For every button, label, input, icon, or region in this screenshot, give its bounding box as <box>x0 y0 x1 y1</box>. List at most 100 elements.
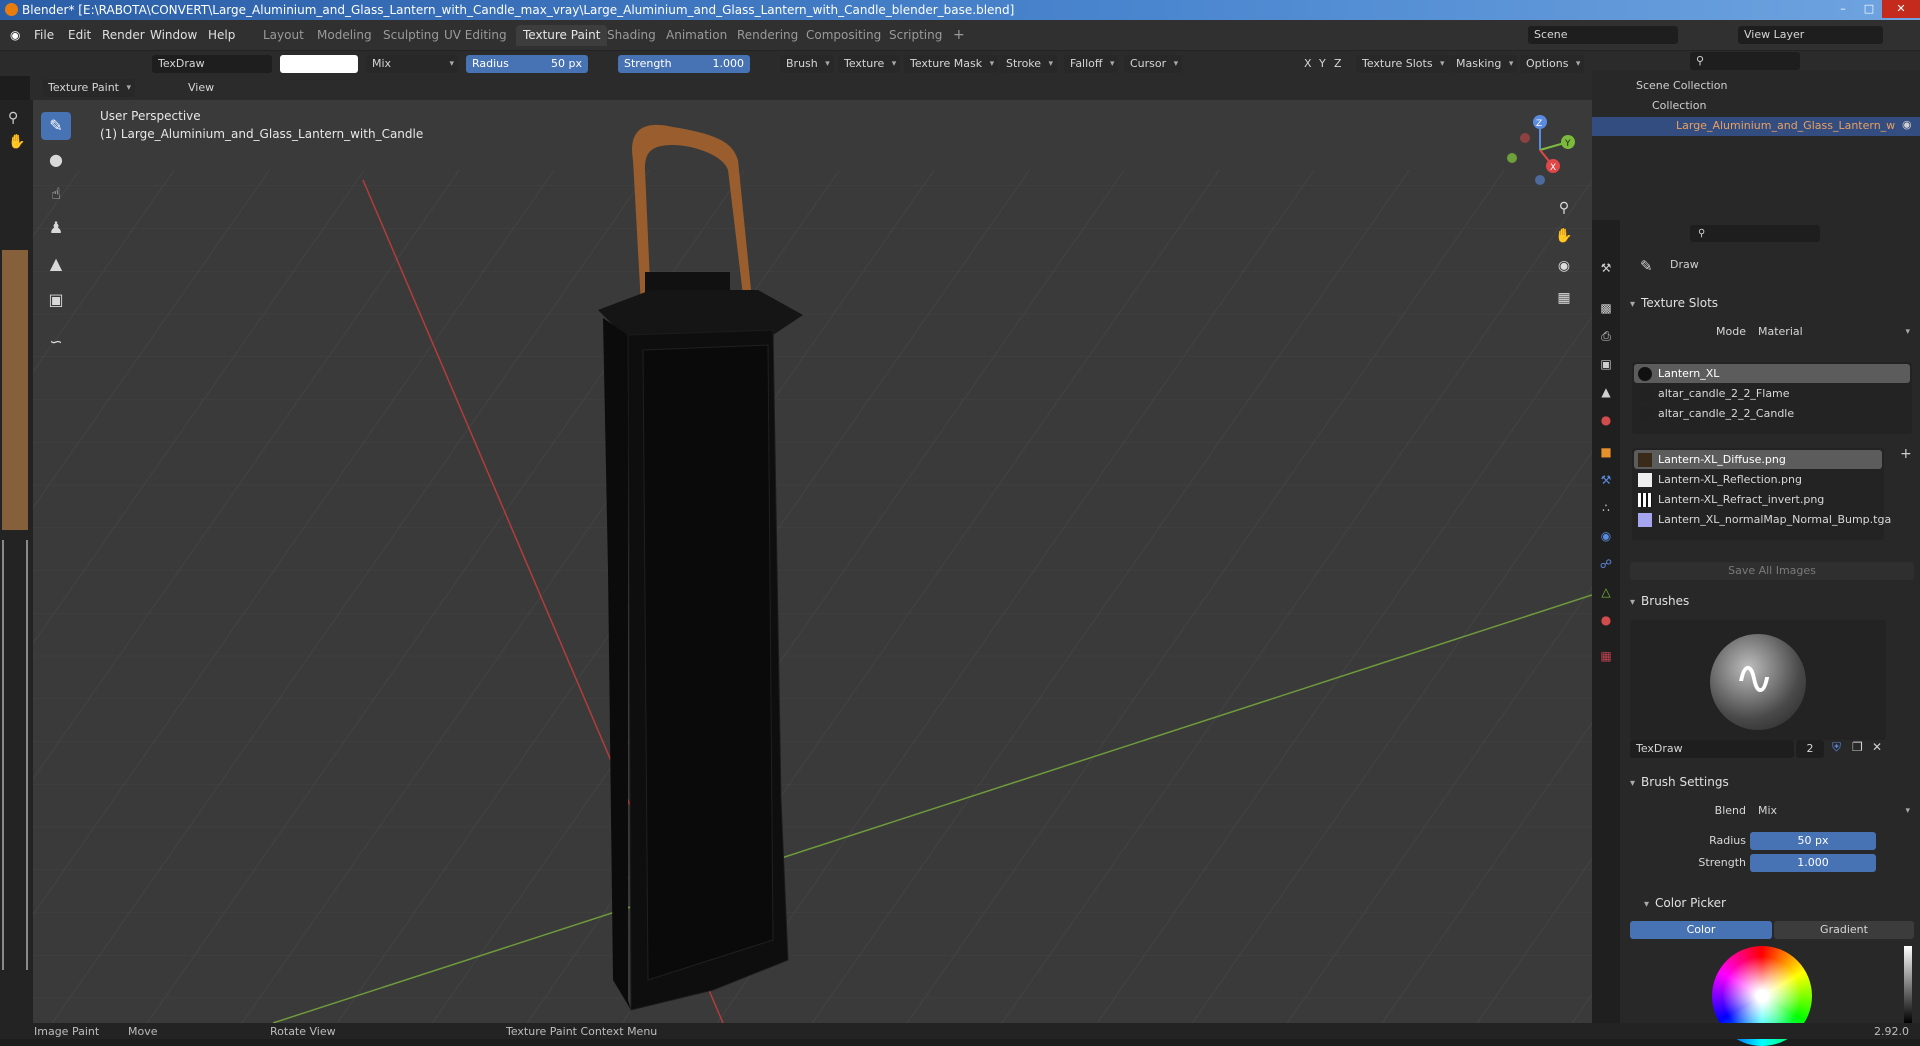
collection-label[interactable]: Collection <box>1652 99 1706 112</box>
brush-preview-area[interactable]: ∿ <box>1630 620 1886 740</box>
tab-rendering[interactable]: Rendering <box>730 25 805 46</box>
brush-menu[interactable]: Brush <box>780 55 834 73</box>
gradient-tab[interactable]: Gradient <box>1774 921 1914 939</box>
minimize-button[interactable]: – <box>1830 0 1856 18</box>
slot-mode-dropdown[interactable]: Material <box>1752 323 1914 341</box>
outliner-search-input[interactable]: ⚲ <box>1690 52 1800 70</box>
view-layer-tab-icon[interactable]: ▣ <box>1598 356 1614 372</box>
brush-users-count[interactable]: 2 <box>1796 740 1824 758</box>
hand-icon[interactable]: ✋ <box>8 134 25 150</box>
physics-tab-icon[interactable]: ◉ <box>1598 528 1614 544</box>
soften-tool-icon[interactable]: ● <box>41 146 71 174</box>
mode-label: Mode <box>1716 325 1746 338</box>
world-tab-icon[interactable]: ● <box>1598 412 1614 428</box>
zoom-view-icon[interactable]: ⚲ <box>1552 196 1576 220</box>
options-menu[interactable]: Options <box>1520 55 1585 73</box>
menu-edit[interactable]: Edit <box>68 28 91 42</box>
object-tab-icon[interactable]: ■ <box>1598 444 1614 460</box>
strength-slider[interactable]: Strength 1.000 <box>618 55 750 73</box>
3d-viewport[interactable] <box>33 100 1592 1023</box>
constraints-tab-icon[interactable]: ☍ <box>1598 556 1614 572</box>
close-button[interactable]: ✕ <box>1882 0 1920 18</box>
tab-shading[interactable]: Shading <box>600 25 663 46</box>
tab-texture-paint[interactable]: Texture Paint <box>516 25 608 46</box>
visibility-eye-icon[interactable]: ◉ <box>1902 118 1912 131</box>
tab-compositing[interactable]: Compositing <box>799 25 888 46</box>
render-tab-icon[interactable]: ▩ <box>1598 300 1614 316</box>
cursor-menu[interactable]: Cursor <box>1124 55 1183 73</box>
clone-tool-icon[interactable]: ♟ <box>41 214 71 242</box>
image-slot-item[interactable]: Lantern-XL_Refract_invert.png <box>1634 490 1882 509</box>
menu-render[interactable]: Render <box>102 28 145 42</box>
brush-name-field[interactable]: TexDraw <box>152 55 272 73</box>
fill-tool-icon[interactable]: ▲ <box>41 250 71 278</box>
output-tab-icon[interactable]: ⎙ <box>1598 328 1614 344</box>
color-picker-panel-header[interactable]: Color Picker <box>1644 896 1726 910</box>
texture-tab-icon[interactable]: ▦ <box>1598 648 1614 664</box>
maximize-button[interactable]: □ <box>1856 0 1882 18</box>
add-slot-icon[interactable]: + <box>1900 446 1912 462</box>
material-slot-item[interactable]: Lantern_XL <box>1634 364 1910 383</box>
tool-tab-icon[interactable]: ⚒ <box>1598 260 1614 276</box>
image-slot-item[interactable]: Lantern-XL_Diffuse.png <box>1634 450 1882 469</box>
navigation-gizmo[interactable]: Z Y X <box>1500 110 1580 190</box>
pan-view-icon[interactable]: ✋ <box>1552 224 1576 248</box>
zoom-icon[interactable]: ⚲ <box>8 110 18 126</box>
image-slot-item[interactable]: Lantern-XL_Reflection.png <box>1634 470 1882 489</box>
save-all-images-button[interactable]: Save All Images <box>1630 562 1914 580</box>
blender-menu-icon[interactable]: ◉ <box>10 28 20 42</box>
annotate-tool-icon[interactable]: ∽ <box>41 328 71 356</box>
texture-mask-menu[interactable]: Texture Mask <box>904 55 999 73</box>
duplicate-brush-icon[interactable]: ❐ <box>1852 740 1863 754</box>
brushes-panel-header[interactable]: Brushes <box>1630 594 1689 608</box>
view-layer-selector[interactable]: View Layer <box>1738 26 1883 44</box>
tab-animation[interactable]: Animation <box>659 25 734 46</box>
brush-strength-slider[interactable]: 1.000 <box>1750 854 1876 872</box>
modifier-tab-icon[interactable]: ⚒ <box>1598 472 1614 488</box>
outliner-selected-row[interactable]: Large_Aluminium_and_Glass_Lantern_w ◉ <box>1592 117 1920 136</box>
brush-blend-dropdown[interactable]: Mix <box>1752 802 1914 820</box>
value-slider[interactable] <box>1904 946 1912 1023</box>
menu-file[interactable]: File <box>34 28 54 42</box>
texture-slots-menu[interactable]: Texture Slots <box>1356 55 1449 73</box>
tab-uv-editing[interactable]: UV Editing <box>437 25 514 46</box>
view-menu[interactable]: View <box>182 79 220 97</box>
material-slot-item[interactable]: altar_candle_2_2_Flame <box>1634 384 1910 403</box>
data-tab-icon[interactable]: △ <box>1598 584 1614 600</box>
brush-name-datablock[interactable]: TexDraw <box>1630 740 1794 758</box>
fake-user-shield-icon[interactable]: ⛨ <box>1832 740 1841 755</box>
tab-sculpting[interactable]: Sculpting <box>376 25 446 46</box>
texture-menu[interactable]: Texture <box>838 55 901 73</box>
material-slot-item[interactable]: altar_candle_2_2_Candle <box>1634 404 1910 423</box>
image-slot-item[interactable]: Lantern_XL_normalMap_Normal_Bump.tga <box>1634 510 1891 529</box>
blend-dropdown[interactable]: Mix <box>366 55 458 73</box>
scene-tab-icon[interactable]: ▲ <box>1598 384 1614 400</box>
add-workspace-icon[interactable]: + <box>946 25 972 46</box>
brush-settings-panel-header[interactable]: Brush Settings <box>1630 775 1729 789</box>
brush-color-swatch[interactable] <box>280 55 358 73</box>
axis-z-toggle[interactable]: Z <box>1328 55 1348 73</box>
particles-tab-icon[interactable]: ∴ <box>1598 500 1614 516</box>
draw-tool-icon[interactable]: ✎ <box>41 112 71 140</box>
tab-modeling[interactable]: Modeling <box>310 25 379 46</box>
tab-layout[interactable]: Layout <box>256 25 311 46</box>
unlink-brush-icon[interactable]: ✕ <box>1872 740 1882 754</box>
scene-selector[interactable]: Scene <box>1528 26 1678 44</box>
menu-help[interactable]: Help <box>208 28 235 42</box>
smear-tool-icon[interactable]: ☝ <box>41 180 71 208</box>
mode-dropdown[interactable]: Texture Paint <box>42 79 135 97</box>
texture-slots-panel-header[interactable]: Texture Slots <box>1630 296 1718 310</box>
masking-menu[interactable]: Masking <box>1450 55 1518 73</box>
stroke-menu[interactable]: Stroke <box>1000 55 1058 73</box>
mask-tool-icon[interactable]: ▣ <box>41 286 71 314</box>
material-tab-icon[interactable]: ● <box>1598 612 1614 628</box>
color-tab[interactable]: Color <box>1630 921 1772 939</box>
properties-search-input[interactable]: ⚲ <box>1690 225 1820 242</box>
falloff-menu[interactable]: Falloff <box>1064 55 1119 73</box>
menu-window[interactable]: Window <box>150 28 197 42</box>
brush-radius-slider[interactable]: 50 px <box>1750 832 1876 850</box>
ortho-toggle-icon[interactable]: ▦ <box>1552 286 1576 310</box>
camera-view-icon[interactable]: ◉ <box>1552 254 1576 278</box>
tab-scripting[interactable]: Scripting <box>882 25 949 46</box>
radius-slider[interactable]: Radius 50 px <box>466 55 588 73</box>
